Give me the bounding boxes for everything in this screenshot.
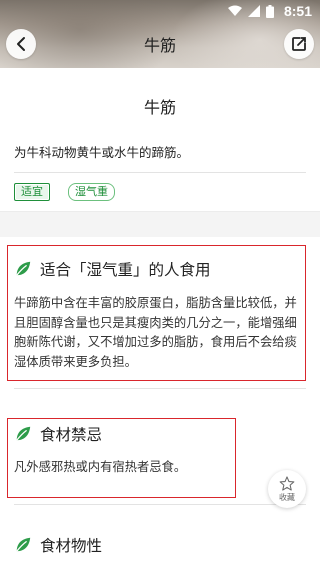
wifi-icon [227, 5, 242, 16]
section-header-properties: 食材物性 [14, 534, 102, 556]
status-time: 8:51 [283, 3, 312, 19]
signal-icon [247, 5, 260, 17]
divider [14, 388, 306, 389]
tag-suitable[interactable]: 适宜 [14, 183, 50, 201]
share-button[interactable] [284, 29, 314, 59]
nav-bar: 牛筋 [0, 22, 320, 66]
leaf-icon [16, 261, 31, 276]
star-icon [279, 475, 295, 491]
battery-icon [265, 4, 274, 18]
divider [14, 172, 306, 173]
back-button[interactable] [6, 29, 36, 59]
section-title: 食材禁忌 [40, 426, 103, 444]
food-description: 为牛科动物黄牛或水牛的蹄筋。 [14, 145, 190, 160]
share-edit-icon [292, 37, 306, 51]
tag-damp[interactable]: 湿气重 [68, 183, 115, 201]
status-bar: 8:51 [0, 0, 320, 22]
section-header-suitable: 适合「湿气重」的人食用 [14, 258, 211, 280]
page-title: 牛筋 [143, 36, 176, 55]
leaf-icon [16, 537, 31, 552]
section-body: 凡外感邪热或内有宿热者忌食。 [14, 460, 187, 474]
divider [14, 504, 306, 505]
section-title: 适合「湿气重」的人食用 [40, 261, 211, 279]
food-name: 牛筋 [143, 98, 176, 117]
section-header-taboo: 食材禁忌 [14, 423, 102, 445]
section-separator [0, 211, 320, 237]
section-body: 牛蹄筋中含在丰富的胶原蛋白，脂肪含量比较低，并且胆固醇含量也只是其瘦肉类的几分之… [14, 296, 297, 369]
section-title: 食材物性 [40, 537, 103, 555]
leaf-icon [16, 426, 31, 441]
favorite-button[interactable]: 收藏 [268, 470, 306, 508]
favorite-label: 收藏 [279, 492, 295, 502]
chevron-left-icon [17, 37, 25, 51]
